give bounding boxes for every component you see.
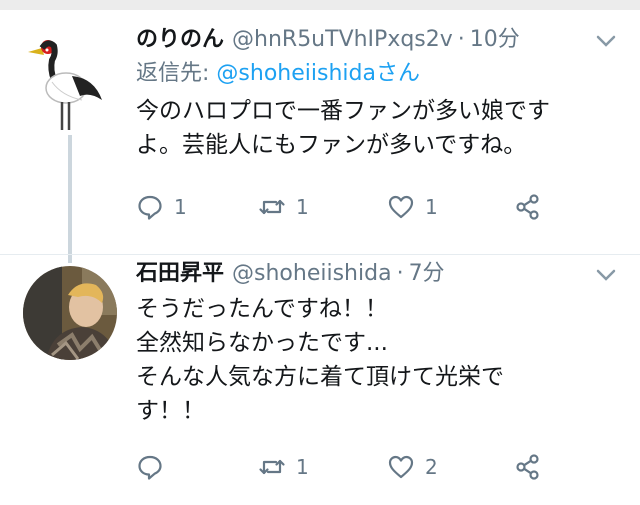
share-button[interactable] (514, 192, 552, 222)
tweet-actions: 1 1 1 (0, 192, 640, 222)
like-count: 1 (425, 195, 438, 219)
like-button[interactable]: 2 (387, 452, 438, 482)
separator-dot: · (396, 261, 404, 286)
like-button[interactable]: 1 (387, 192, 438, 222)
tweet-text-line: そうだったんですね！！ (136, 296, 388, 322)
share-icon (516, 454, 539, 480)
tweet-text-line: よ。芸能人にもファンが多いですね。 (136, 132, 527, 158)
retweet-icon (259, 199, 285, 215)
tweet-text-line: 全然知らなかったです... (136, 330, 388, 356)
tweet-text: 今のハロプロで一番ファンが多い娘です よ。芸能人にもファンが多いですね。 (136, 94, 620, 162)
reply-count: 1 (174, 195, 187, 219)
retweet-count: 1 (296, 455, 309, 479)
reply-button[interactable]: 1 (136, 192, 187, 222)
reply-to-mention[interactable]: @shoheiishidaさん (216, 61, 420, 86)
user-handle[interactable]: @shoheiishida (232, 258, 392, 290)
retweet-count: 1 (296, 195, 309, 219)
reply-to-label: 返信先: (136, 61, 210, 86)
reply-button[interactable] (136, 452, 174, 482)
tweet-content: のりのん @hnR5uTVhIPxqs2v · 10分 返信先: @shohei… (136, 24, 620, 162)
separator-dot: · (457, 27, 465, 52)
reply-icon (138, 195, 162, 220)
tweet-header: のりのん @hnR5uTVhIPxqs2v · 10分 (136, 24, 620, 56)
avatar[interactable] (22, 265, 118, 361)
chevron-down-icon[interactable] (592, 30, 620, 52)
timestamp[interactable]: 7分 (409, 258, 445, 290)
user-handle[interactable]: @hnR5uTVhIPxqs2v (232, 24, 453, 56)
retweet-icon (259, 459, 285, 475)
tweet[interactable]: 石田昇平 @shoheiishida · 7分 そうだったんですね！！ 全然知ら… (0, 254, 640, 505)
reply-to-line: 返信先: @shoheiishidaさん (136, 58, 620, 90)
heart-icon (388, 455, 414, 479)
like-count: 2 (425, 455, 438, 479)
top-bar (0, 0, 640, 10)
tweet-text-line: 今のハロプロで一番ファンが多い娘です (136, 98, 550, 124)
tweet-actions: 1 2 (0, 452, 640, 482)
tweet-text-line: そんな人気な方に着て頂けて光栄で (136, 364, 504, 390)
tweet[interactable]: のりのん @hnR5uTVhIPxqs2v · 10分 返信先: @shohei… (0, 10, 640, 263)
timestamp[interactable]: 10分 (470, 24, 520, 56)
retweet-button[interactable]: 1 (258, 452, 309, 482)
user-photo (23, 266, 117, 360)
tweet-header: 石田昇平 @shoheiishida · 7分 (136, 258, 620, 290)
heart-icon (388, 195, 414, 219)
crane-icon (28, 40, 102, 130)
retweet-button[interactable]: 1 (258, 192, 309, 222)
share-icon (516, 194, 539, 220)
display-name[interactable]: 石田昇平 (136, 258, 224, 290)
tweet-text-line: す！！ (136, 398, 205, 424)
display-name[interactable]: のりのん (136, 24, 224, 56)
tweet-content: 石田昇平 @shoheiishida · 7分 そうだったんですね！！ 全然知ら… (136, 258, 620, 428)
share-button[interactable] (514, 452, 552, 482)
chevron-down-icon[interactable] (592, 264, 620, 286)
avatar[interactable] (22, 30, 122, 130)
tweet-text: そうだったんですね！！ 全然知らなかったです... そんな人気な方に着て頂けて光… (136, 292, 620, 428)
reply-icon (138, 455, 162, 480)
